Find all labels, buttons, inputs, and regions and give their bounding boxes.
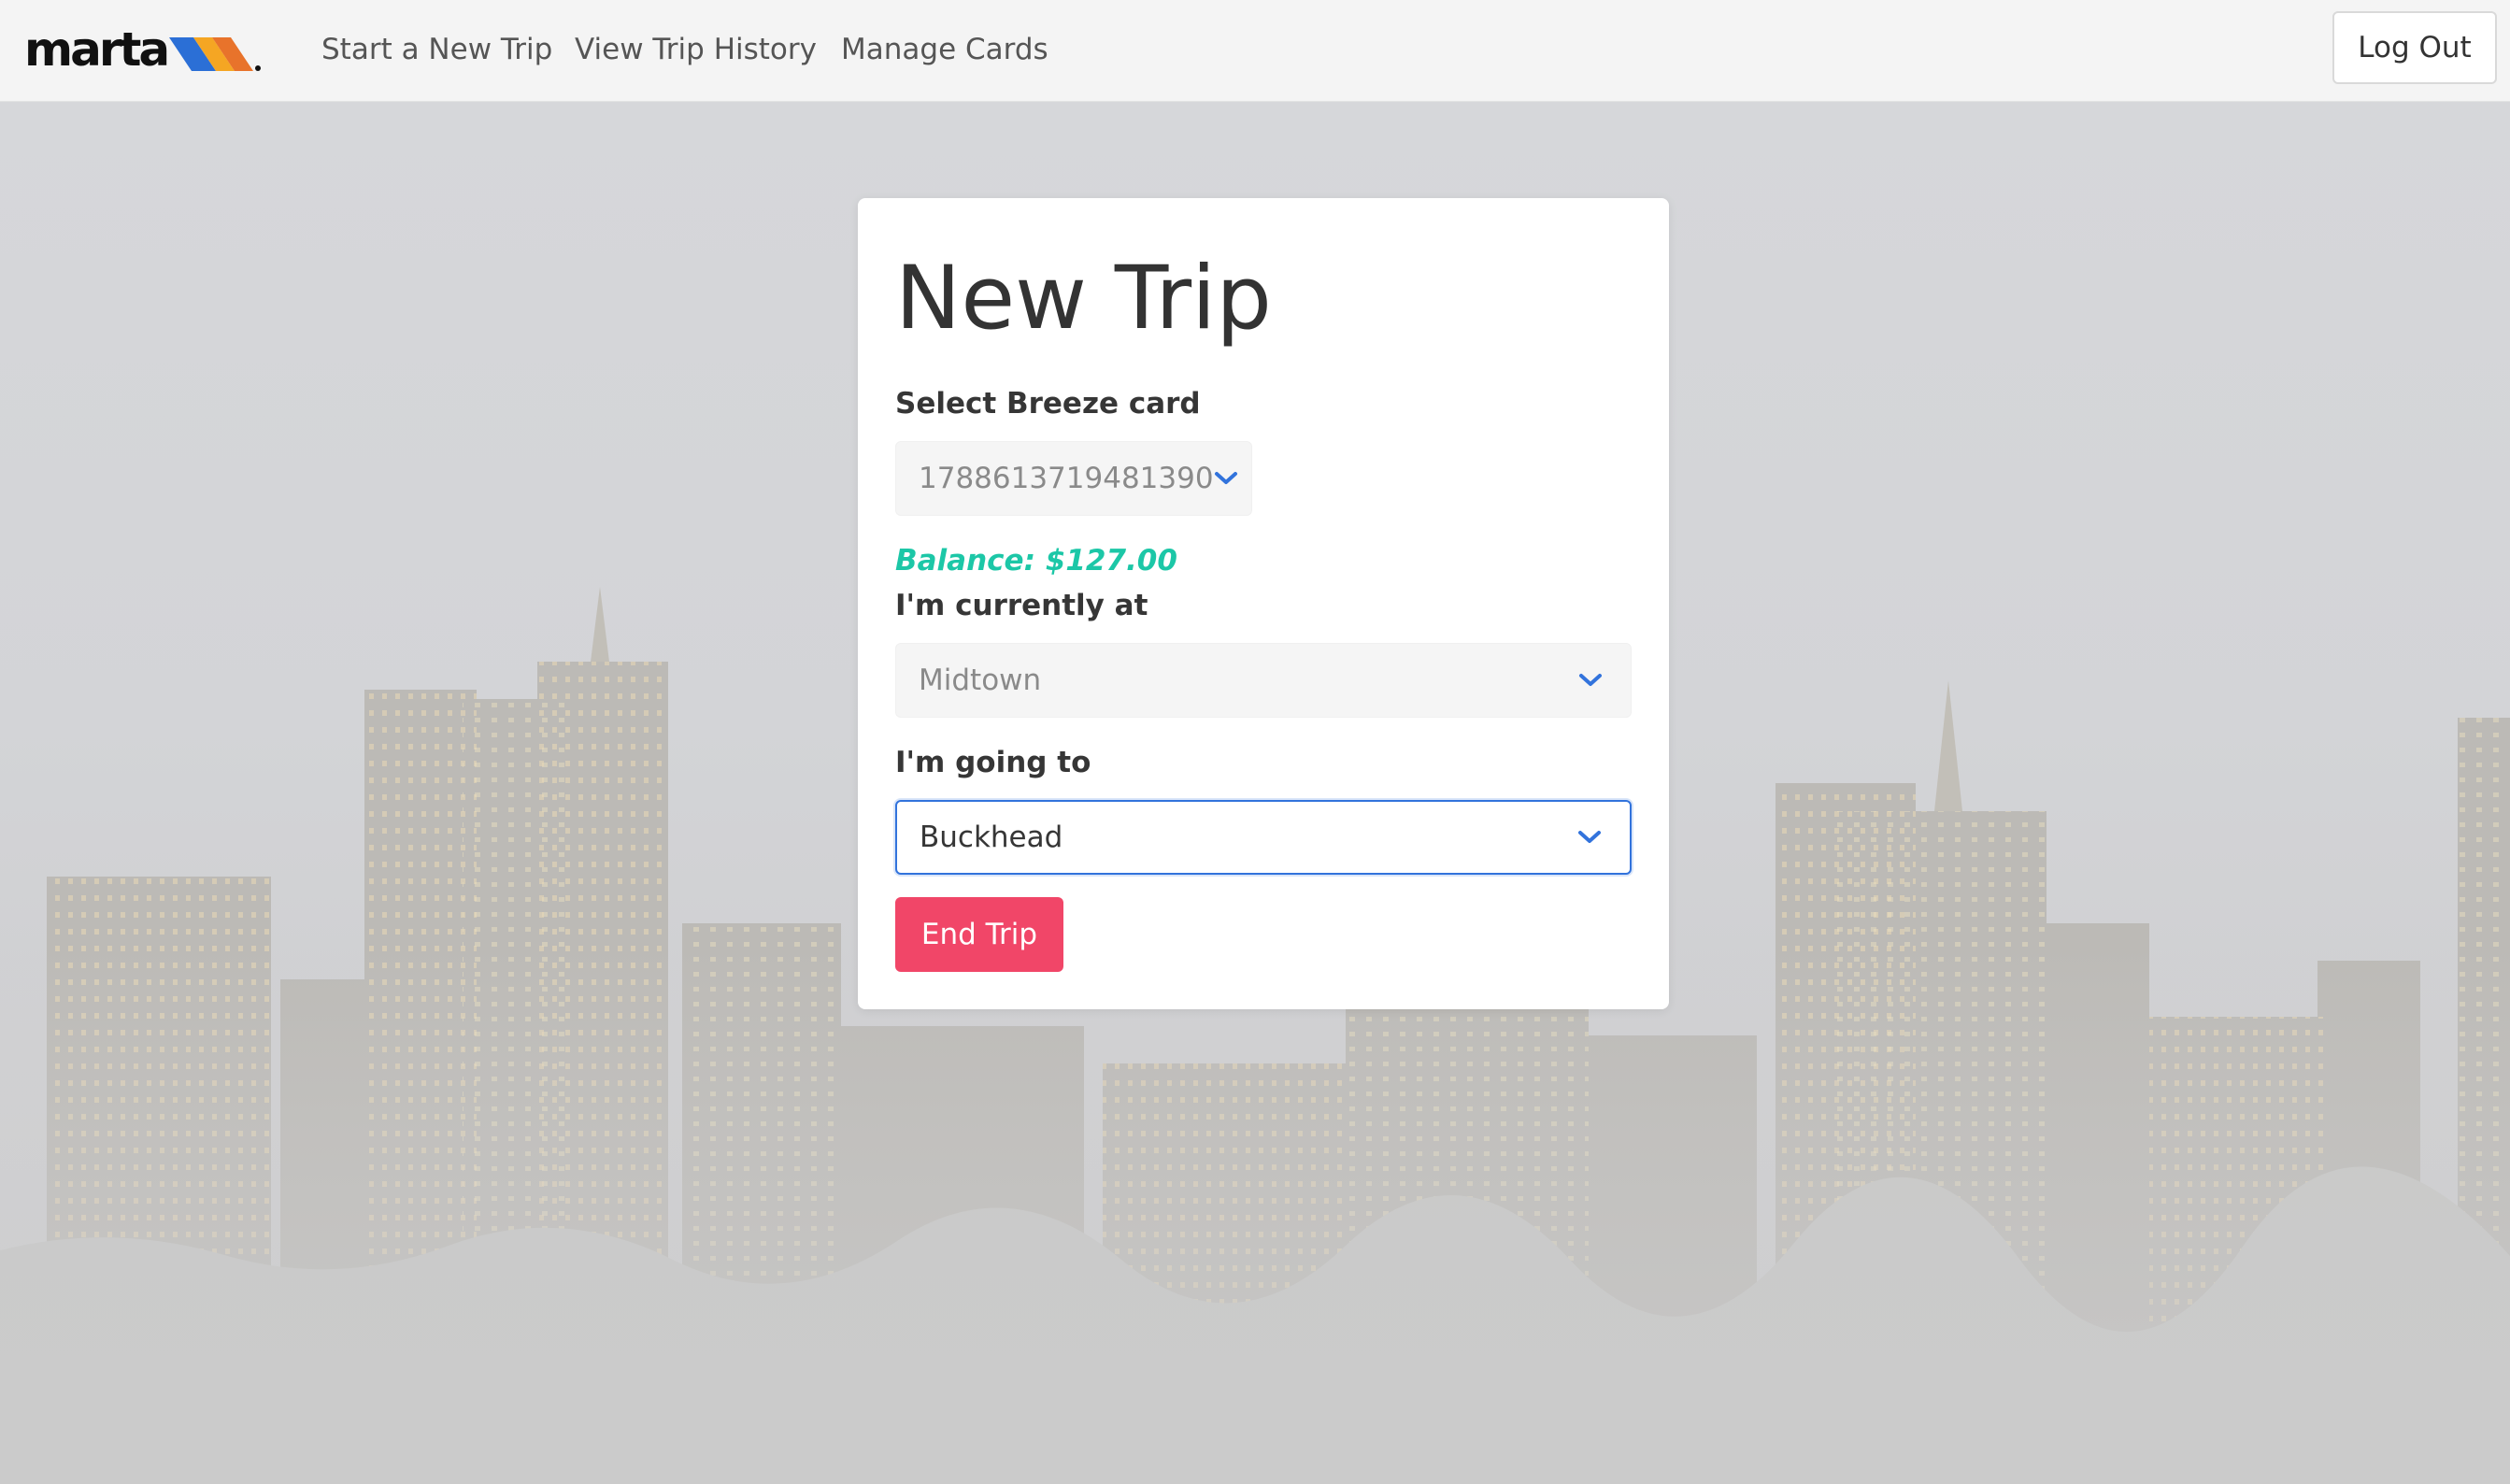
chevron-down-icon bbox=[1576, 828, 1604, 847]
logout-button[interactable]: Log Out bbox=[2332, 11, 2497, 84]
logo-stripes-icon bbox=[169, 37, 262, 71]
destination-station-label: I'm going to bbox=[895, 746, 1091, 779]
breeze-card-select[interactable]: 1788613719481390 bbox=[895, 441, 1252, 516]
current-station-select-value: Midtown bbox=[919, 664, 1042, 697]
end-trip-button[interactable]: End Trip bbox=[895, 897, 1063, 972]
marta-logo[interactable]: marta bbox=[24, 22, 262, 77]
select-card-label: Select Breeze card bbox=[895, 387, 1201, 421]
nav-start-new-trip[interactable]: Start a New Trip bbox=[321, 30, 552, 69]
nav-manage-cards[interactable]: Manage Cards bbox=[841, 30, 1048, 69]
current-station-label: I'm currently at bbox=[895, 589, 1148, 622]
logo-text: marta bbox=[24, 22, 170, 77]
destination-station-select-value: Buckhead bbox=[920, 820, 1063, 854]
new-trip-card: New Trip Select Breeze card 178861371948… bbox=[858, 198, 1669, 1009]
chevron-down-icon bbox=[1576, 671, 1604, 690]
top-navbar: marta Start a New Trip View Trip History… bbox=[0, 0, 2510, 102]
destination-station-select[interactable]: Buckhead bbox=[895, 800, 1632, 875]
chevron-down-icon bbox=[1214, 469, 1238, 488]
balance-text: Balance: $127.00 bbox=[895, 544, 1177, 578]
page-title: New Trip bbox=[895, 248, 1272, 350]
nav-view-trip-history[interactable]: View Trip History bbox=[575, 30, 817, 69]
current-station-select[interactable]: Midtown bbox=[895, 643, 1632, 718]
breeze-card-select-value: 1788613719481390 bbox=[919, 462, 1214, 495]
